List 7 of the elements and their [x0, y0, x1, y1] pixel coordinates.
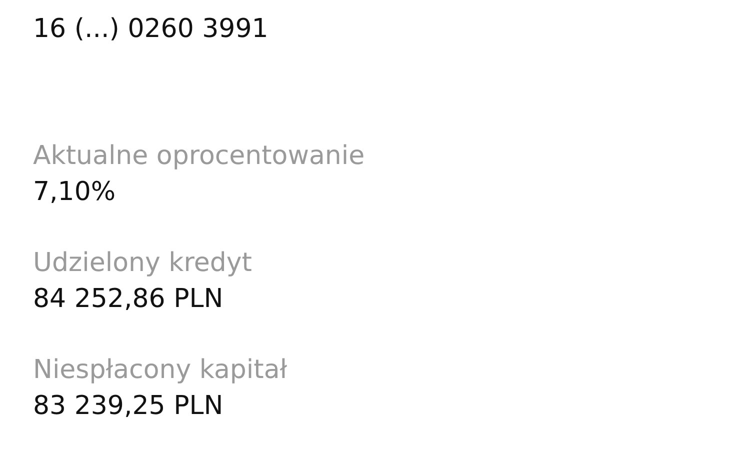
field-value: 83 239,25 PLN — [33, 390, 224, 423]
field-label: Udzielony kredyt — [33, 247, 253, 280]
account-number: 16 (...) 0260 3991 — [33, 13, 270, 46]
field-label: Niespłacony kapitał — [33, 354, 288, 387]
field-value: 7,10% — [33, 176, 117, 209]
field-value: 84 252,86 PLN — [33, 283, 224, 316]
field-label: Aktualne oprocentowanie — [33, 140, 366, 173]
